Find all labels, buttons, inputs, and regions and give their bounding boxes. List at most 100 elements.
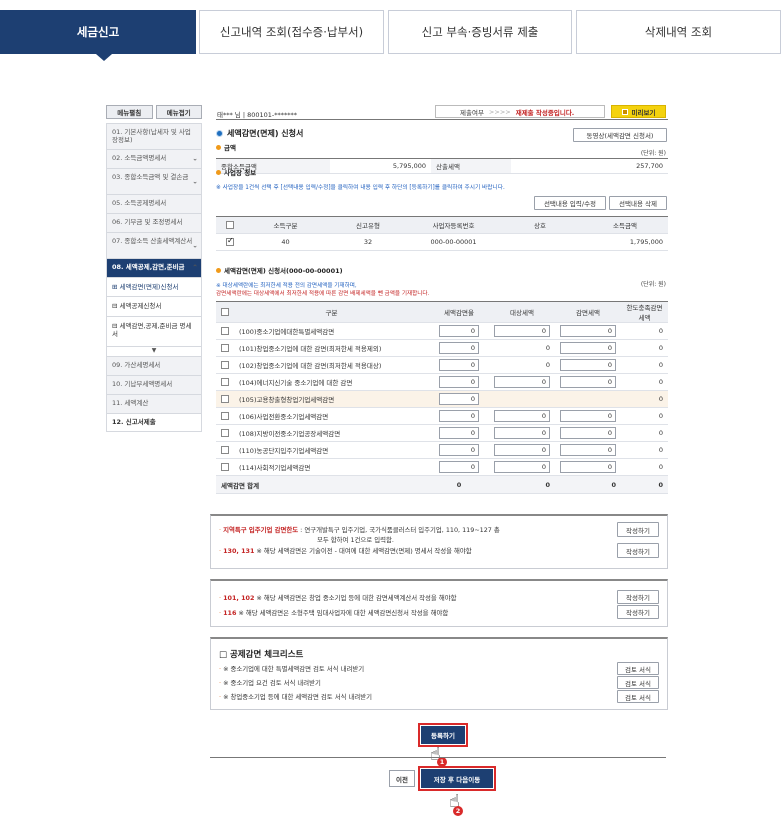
tab-tax-filing[interactable]: 세금신고 bbox=[0, 10, 196, 54]
table-row[interactable]: (105)고용창출형창업기업세액감면 0 0 bbox=[216, 390, 668, 408]
sidebar-item-basic-info[interactable]: 01. 기본사항(납세자 및 사업장정보) bbox=[106, 123, 202, 149]
row-checkbox[interactable] bbox=[221, 412, 229, 420]
section-dot-icon bbox=[216, 130, 223, 137]
sidebar-item-prepaid[interactable]: 10. 기납부세액명세서 bbox=[106, 374, 202, 394]
row-checkbox-cell bbox=[216, 373, 234, 391]
write-button-region[interactable]: 작성하기 bbox=[617, 522, 659, 537]
register-button[interactable]: 등록하기 bbox=[418, 723, 468, 747]
target-input[interactable]: 0 bbox=[494, 376, 550, 388]
sidebar-item-income-statement[interactable]: 02. 소득금액명세서 ⌄ bbox=[106, 149, 202, 168]
cell-target: 0 bbox=[489, 424, 555, 442]
tab-deleted-history[interactable]: 삭제내역 조회 bbox=[576, 10, 781, 54]
sidebar-item-deductions[interactable]: 05. 소득공제명세서 bbox=[106, 194, 202, 213]
review-form-button-1[interactable]: 검토 서식 bbox=[617, 662, 659, 675]
row-checkbox[interactable] bbox=[221, 344, 229, 352]
sidebar-item-tax-compute[interactable]: 11. 세액계산 bbox=[106, 393, 202, 413]
row-checkbox[interactable] bbox=[221, 395, 229, 403]
limit-value: 0 bbox=[658, 429, 663, 437]
table-row[interactable]: (104)에너지신기술 중소기업에 대한 감면 0 0 0 0 bbox=[216, 373, 668, 391]
table-row[interactable]: 40 32 000-00-00001 1,795,000 bbox=[216, 233, 668, 251]
category-label: (108)지방이전중소기업공장세액감면 bbox=[239, 430, 341, 438]
target-input[interactable]: 0 bbox=[494, 444, 550, 456]
rate-input[interactable]: 0 bbox=[439, 325, 479, 337]
sidebar-subitem-statement[interactable]: ⊟ 세액감면,공제,준비금 명세서 bbox=[106, 315, 202, 346]
scroll-down-icon[interactable]: ▼ bbox=[106, 345, 202, 356]
cell-income-type: 40 bbox=[244, 233, 327, 251]
business-title: 사업장 정보 bbox=[216, 167, 256, 177]
table-row[interactable]: (101)창업중소기업에 대한 감면(최저한세 적용제외) 0 0 0 0 bbox=[216, 339, 668, 357]
edit-selected-button[interactable]: 선택내용 입력/수정 bbox=[534, 196, 606, 210]
rate-input[interactable]: 0 bbox=[439, 444, 479, 456]
target-input[interactable]: 0 bbox=[494, 461, 550, 473]
reduced-input[interactable]: 0 bbox=[560, 325, 616, 337]
write-button-rental[interactable]: 작성하기 bbox=[617, 605, 659, 619]
select-all-checkbox[interactable] bbox=[221, 308, 229, 316]
table-row[interactable]: (102)창업중소기업에 대한 감면(최저한세 적용대상) 0 0 0 0 bbox=[216, 356, 668, 374]
row-checkbox[interactable] bbox=[221, 378, 229, 386]
reduced-input[interactable]: 0 bbox=[560, 359, 616, 371]
rate-input[interactable]: 0 bbox=[439, 342, 479, 354]
reduced-input[interactable]: 0 bbox=[560, 376, 616, 388]
cell-target: 0 bbox=[489, 339, 555, 357]
rate-input[interactable]: 0 bbox=[439, 359, 479, 371]
review-form-button-3[interactable]: 검토 서식 bbox=[617, 690, 659, 703]
rate-input[interactable]: 0 bbox=[439, 427, 479, 439]
table-row[interactable]: (106)사업전환중소기업세액감면 0 0 0 0 bbox=[216, 407, 668, 425]
preview-button[interactable]: 미리보기 bbox=[611, 105, 666, 118]
limit-value: 0 bbox=[658, 327, 663, 335]
cell-category: (114)사회적기업세액감면 bbox=[234, 458, 429, 476]
rate-input[interactable]: 0 bbox=[439, 393, 479, 405]
reduced-input[interactable]: 0 bbox=[560, 342, 616, 354]
row-checkbox-cell bbox=[216, 424, 234, 442]
review-form-button-2[interactable]: 검토 서식 bbox=[617, 676, 659, 689]
info-box-2: · 101, 102 ※ 해당 세액감면은 창업 중소기업 등에 대한 감면세액… bbox=[210, 579, 668, 627]
cell-reduced: 0 bbox=[555, 339, 621, 357]
reduced-input[interactable]: 0 bbox=[560, 427, 616, 439]
delete-selected-button[interactable]: 선택내용 삭제 bbox=[609, 196, 667, 210]
select-all-checkbox[interactable] bbox=[226, 221, 234, 229]
save-next-button[interactable]: 저장 후 다음이동 bbox=[418, 766, 496, 791]
reduced-input[interactable]: 0 bbox=[560, 410, 616, 422]
write-button-tech[interactable]: 작성하기 bbox=[617, 543, 659, 558]
table-row[interactable]: (114)사회적기업세액감면 0 0 0 0 bbox=[216, 458, 668, 476]
cell-limit: 0 bbox=[621, 441, 668, 459]
sidebar-item-total-income[interactable]: 03. 종합소득금액 및 결손금 ⌄ bbox=[106, 168, 202, 194]
target-input[interactable]: 0 bbox=[494, 427, 550, 439]
rate-input[interactable]: 0 bbox=[439, 410, 479, 422]
row-checkbox[interactable] bbox=[221, 361, 229, 369]
rate-input[interactable]: 0 bbox=[439, 376, 479, 388]
video-guide-button[interactable]: 동영상(세액감면 신청서) bbox=[573, 128, 667, 142]
row-checkbox-cell bbox=[216, 407, 234, 425]
tab-attachments[interactable]: 신고 부속·증빙서류 제출 bbox=[388, 10, 572, 54]
select-all-header bbox=[216, 216, 244, 234]
reduced-input[interactable]: 0 bbox=[560, 444, 616, 456]
row-checkbox[interactable] bbox=[226, 236, 234, 246]
write-button-startup[interactable]: 작성하기 bbox=[617, 590, 659, 604]
row-checkbox[interactable] bbox=[221, 463, 229, 471]
sidebar-item-credits[interactable]: 08. 세액공제,감면,준비금 ⌃ bbox=[106, 258, 202, 277]
target-input[interactable]: 0 bbox=[494, 410, 550, 422]
table-row[interactable]: (108)지방이전중소기업공장세액감면 0 0 0 0 bbox=[216, 424, 668, 442]
reduced-input[interactable]: 0 bbox=[560, 461, 616, 473]
active-tab-notch bbox=[96, 54, 112, 61]
target-input[interactable]: 0 bbox=[494, 325, 550, 337]
tab-filing-history[interactable]: 신고내역 조회(접수증·납부서) bbox=[199, 10, 384, 54]
prev-button[interactable]: 이전 bbox=[389, 770, 415, 787]
table-row[interactable]: (100)중소기업에대한특별세액감면 0 0 0 0 bbox=[216, 322, 668, 340]
category-label: (106)사업전환중소기업세액감면 bbox=[239, 413, 329, 421]
sidebar-subitem-credit[interactable]: ⊟ 세액공제신청서 bbox=[106, 296, 202, 316]
total-reduced: 0 bbox=[555, 475, 621, 494]
row-checkbox[interactable] bbox=[221, 429, 229, 437]
sidebar-item-donations[interactable]: 06. 기부금 및 조정명세서 bbox=[106, 213, 202, 232]
sidebar-item-submit[interactable]: 12. 신고서제출 bbox=[106, 412, 202, 432]
row-checkbox[interactable] bbox=[221, 327, 229, 335]
menu-collapse-button[interactable]: 메뉴접기 bbox=[155, 105, 202, 119]
menu-expand-button[interactable]: 메뉴펼침 bbox=[106, 105, 153, 119]
rate-input[interactable]: 0 bbox=[439, 461, 479, 473]
sidebar-subitem-reduction[interactable]: ⊞ 세액감면(면제)신청서 bbox=[106, 277, 202, 297]
row-checkbox[interactable] bbox=[221, 446, 229, 454]
reduction-note-line1: ※ 대상세액란에는 최저한세 적용 전의 감면세액을 기재하며, bbox=[216, 283, 357, 289]
table-row[interactable]: (110)농공단지입주기업세액감면 0 0 0 0 bbox=[216, 441, 668, 459]
sidebar-item-penalty[interactable]: 09. 가산세명세서 bbox=[106, 355, 202, 375]
sidebar-item-tax-calc[interactable]: 07. 종합소득 산출세액계산서 ⌄ bbox=[106, 232, 202, 258]
